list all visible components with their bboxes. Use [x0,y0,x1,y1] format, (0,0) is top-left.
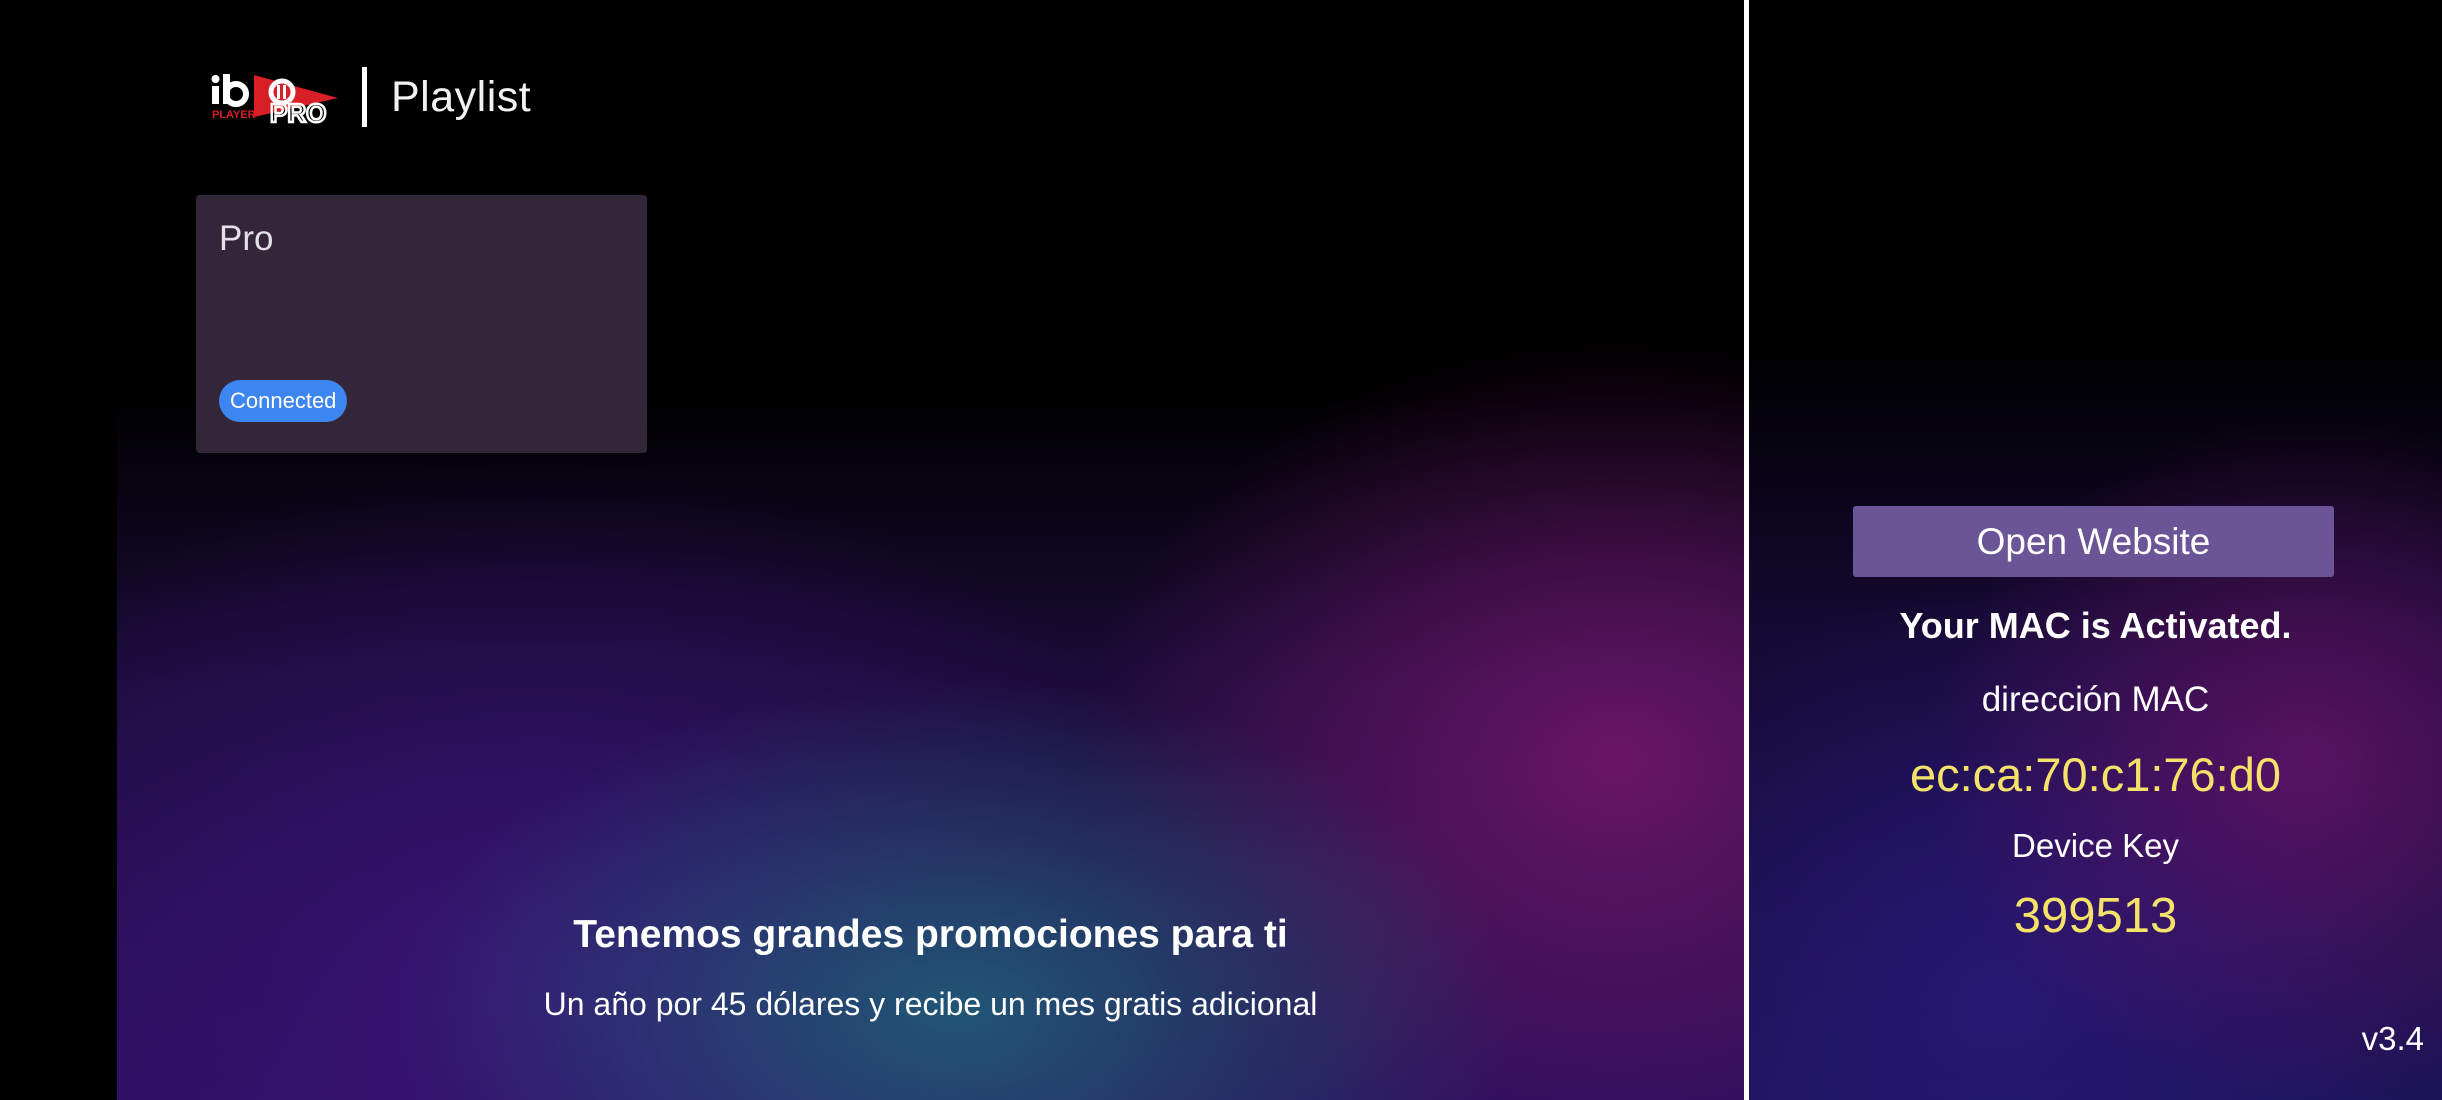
left-edge-bar [0,0,117,1100]
mac-address-value: ec:ca:70:c1:76:d0 [1909,748,2282,801]
ibo-player-pro-logo-icon: PLAYER PRO [211,74,338,124]
header: PLAYER PRO Playlist [210,66,531,128]
device-key-label: Device Key [2012,827,2179,864]
svg-text:PLAYER: PLAYER [212,109,256,121]
device-key-value: 399513 [2013,889,2178,943]
app-version: v3.4 [2361,1020,2424,1057]
mac-address-label: dirección MAC [1981,680,2210,719]
status-badge: Connected [219,380,348,422]
playlist-card[interactable]: Pro Connected [196,195,647,453]
promo-text: Un año por 45 dólares y recibe un mes gr… [543,986,1318,1022]
app-logo: PLAYER PRO [210,70,346,124]
svg-text:PRO: PRO [270,98,326,124]
app-screen: PLAYER PRO Playlist Pro Connected Tenemo… [0,0,2442,1100]
page-title: Playlist [391,72,532,121]
playlist-name: Pro [219,219,274,258]
activation-status: Your MAC is Activated. [1899,605,2292,646]
header-divider [362,67,367,127]
open-website-button[interactable]: Open Website [1853,506,2334,577]
promo-title: Tenemos grandes promociones para ti [573,913,1288,956]
